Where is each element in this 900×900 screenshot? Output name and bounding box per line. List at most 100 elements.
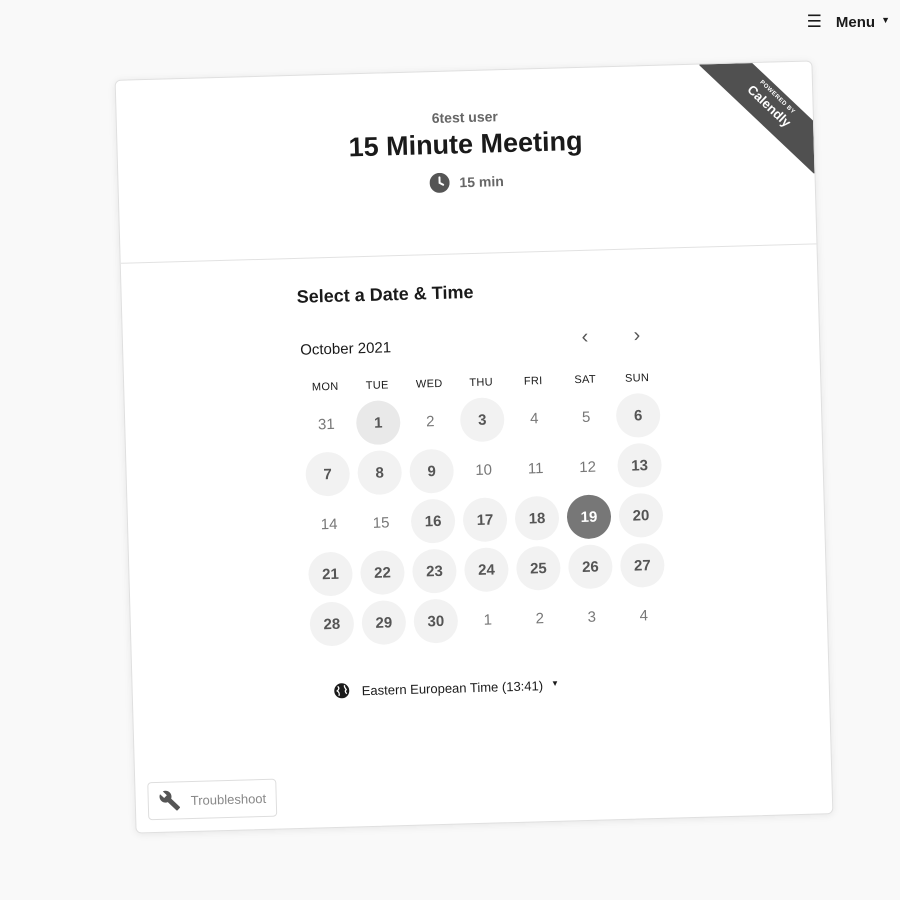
calendar-grid: 31 1 2 3 4 5 6 7 8 9 10 11 12 13 14 15 16 17 18 19 20 21 22 23 2… <box>300 390 671 650</box>
calendar-day-available[interactable]: 24 <box>460 547 513 593</box>
calendar-day-number: 3 <box>587 608 597 626</box>
calendar-day-unavailable: 12 <box>561 444 614 489</box>
weekday-label: WED <box>415 377 443 391</box>
next-month-button[interactable]: › <box>624 324 651 351</box>
calendar-day-unavailable: 31 <box>300 401 353 446</box>
calendar-day-number: 30 <box>413 598 459 644</box>
calendar-day-number: 2 <box>535 609 545 627</box>
calendar-day-unavailable: 11 <box>509 446 562 491</box>
calendar-day-available[interactable]: 16 <box>406 498 459 544</box>
calendar-day-number: 11 <box>527 459 544 478</box>
calendar-day-available[interactable]: 8 <box>353 450 406 496</box>
weekday-label: FRI <box>523 375 543 388</box>
calendar-day-available[interactable]: 13 <box>613 442 666 488</box>
troubleshoot-button[interactable]: Troubleshoot <box>147 778 278 821</box>
calendar-day-number: 25 <box>515 545 562 591</box>
calendar-day-number: 24 <box>463 547 510 593</box>
prev-month-button[interactable]: ‹ <box>572 325 599 352</box>
calendar-day-available[interactable]: 22 <box>356 549 409 596</box>
wrench-icon <box>158 789 181 812</box>
calendar-day-unavailable: 3 <box>565 594 618 639</box>
calendar-day-available[interactable]: 23 <box>408 548 461 594</box>
calendar-day-number: 2 <box>425 412 435 430</box>
caret-down-icon: ▼ <box>550 678 560 688</box>
troubleshoot-label: Troubleshoot <box>190 790 267 808</box>
calendar-day-available[interactable]: 21 <box>304 551 357 597</box>
calendar-day-number: 29 <box>361 599 407 646</box>
clock-icon <box>429 172 450 194</box>
calendar-day-number: 6 <box>615 392 661 439</box>
calendar-day-number: 20 <box>618 492 664 538</box>
calendar-day-number: 19 <box>566 494 612 540</box>
calendar-day-number: 28 <box>309 601 355 647</box>
calendar-day-unavailable: 14 <box>302 501 355 546</box>
section-title: Select a Date & Time <box>296 281 474 307</box>
calendar-day-unavailable: 5 <box>560 394 613 439</box>
calendar-day-available[interactable]: 17 <box>458 497 511 543</box>
calendar-day-available[interactable]: 20 <box>614 492 667 538</box>
booking-card: POWERED BY Calendly 6test user 15 Minute… <box>114 60 834 834</box>
calendar-day-number: 23 <box>411 548 458 594</box>
powered-by-ribbon[interactable]: POWERED BY Calendly <box>699 61 815 177</box>
calendar-week-row: 28 29 30 1 2 3 4 <box>305 590 670 650</box>
weekday-label: SAT <box>574 373 597 387</box>
calendar-day-unavailable: 4 <box>617 593 670 638</box>
calendar-section: Select a Date & Time October 2021 ‹ › MO… <box>121 244 829 709</box>
calendar-day-number: 31 <box>317 415 335 433</box>
calendar-day-unavailable: 15 <box>354 500 407 545</box>
duration-label: 15 min <box>459 173 504 191</box>
calendar-day-available[interactable]: 29 <box>357 599 410 646</box>
calendar-day-available[interactable]: 6 <box>612 392 665 439</box>
calendar-day-number: 13 <box>616 442 663 488</box>
calendar-day-available[interactable]: 28 <box>305 601 358 647</box>
menu-button[interactable]: ☰ Menu ▼ <box>803 10 894 34</box>
calendar-day-available[interactable]: 30 <box>409 598 462 644</box>
calendar-day-number: 3 <box>459 397 505 443</box>
hamburger-icon: ☰ <box>806 12 822 31</box>
calendar-day-available[interactable]: 26 <box>564 544 617 590</box>
weekday-label: SUN <box>624 372 650 385</box>
calendar-day-unavailable: 2 <box>404 398 457 443</box>
weekday-label: TUE <box>365 379 389 392</box>
calendar-day-number: 18 <box>514 495 560 541</box>
event-duration: 15 min <box>429 171 504 193</box>
calendar-day-number: 27 <box>619 542 665 588</box>
calendar-day-available[interactable]: 7 <box>301 451 354 497</box>
calendar-day-number: 16 <box>410 498 456 544</box>
calendar-day-unavailable: 1 <box>461 597 514 642</box>
calendar-day-number: 4 <box>639 606 649 624</box>
calendar-day-number: 10 <box>475 461 493 479</box>
calendar-day-available[interactable]: 9 <box>405 448 458 494</box>
timezone-selector[interactable]: Eastern European Time (13:41) ▼ <box>329 673 563 704</box>
calendar-day-number: 7 <box>305 451 351 497</box>
calendar-day-number: 26 <box>567 544 613 590</box>
weekday-label: MON <box>311 380 339 394</box>
calendar-day-number: 1 <box>355 400 401 446</box>
calendar-day-available[interactable]: 18 <box>510 495 563 541</box>
calendar-day-number: 15 <box>372 513 390 532</box>
calendar-day-unavailable: 10 <box>457 447 510 492</box>
calendar-day-unavailable: 2 <box>513 596 566 641</box>
month-row: October 2021 ‹ › <box>298 324 663 360</box>
calendar-day-number: 14 <box>320 515 338 533</box>
calendar-day-number: 5 <box>581 408 591 426</box>
calendar-day-available[interactable]: 3 <box>456 397 509 443</box>
calendar-day-number: 17 <box>462 497 508 543</box>
calendar-day-available[interactable]: 27 <box>616 542 669 588</box>
calendar-day-number: 21 <box>307 551 354 597</box>
calendar-day-number: 1 <box>483 611 493 629</box>
calendar-day-number: 9 <box>409 448 455 494</box>
calendar-day-available[interactable]: 25 <box>512 545 565 591</box>
calendar-day-available[interactable]: 1 <box>352 400 405 446</box>
weekday-label: THU <box>469 376 494 390</box>
menu-label: Menu <box>835 13 876 31</box>
calendar-day-number: 4 <box>529 409 539 427</box>
caret-down-icon: ▼ <box>881 15 890 25</box>
calendar-day-number: 8 <box>357 450 403 496</box>
globe-icon <box>334 683 350 699</box>
calendar-day-unavailable: 4 <box>508 396 561 441</box>
calendar-day-number: 22 <box>359 549 406 596</box>
month-label: October 2021 <box>299 339 392 359</box>
calendar-day-number: 12 <box>579 458 597 476</box>
calendar-day-selected[interactable]: 19 <box>562 494 615 540</box>
